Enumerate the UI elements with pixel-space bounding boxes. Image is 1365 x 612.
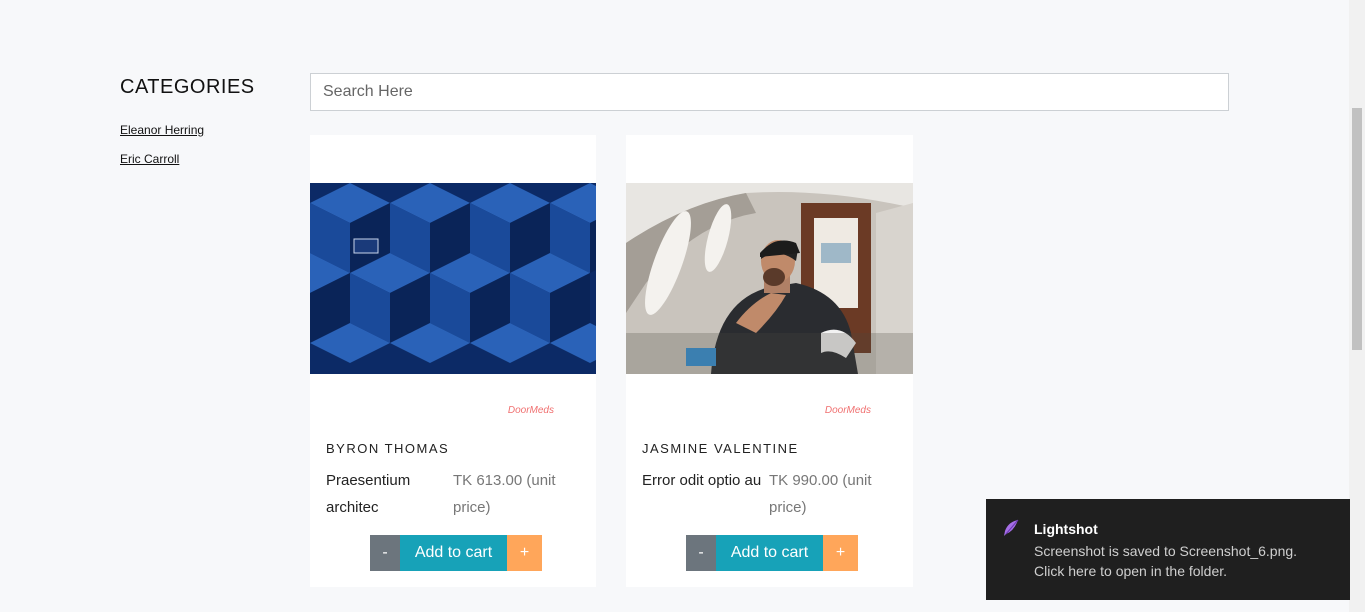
product-name[interactable]: Praesentium architec bbox=[326, 467, 446, 521]
product-card: DoorMeds BYRON THOMAS Praesentium archit… bbox=[310, 135, 596, 587]
brand-logo: DoorMeds bbox=[824, 405, 871, 416]
page-scrollbar[interactable] bbox=[1349, 0, 1365, 612]
category-link-eric-carroll[interactable]: Eric Carroll bbox=[120, 152, 290, 166]
search-box bbox=[310, 73, 1229, 111]
add-to-cart-button[interactable]: Add to cart bbox=[716, 535, 823, 571]
product-name[interactable]: Error odit optio au bbox=[642, 467, 762, 494]
product-image[interactable] bbox=[310, 183, 596, 374]
category-link-eleanor-herring[interactable]: Eleanor Herring bbox=[120, 123, 290, 137]
decrease-quantity-button[interactable]: - bbox=[370, 535, 400, 571]
product-image[interactable] bbox=[626, 183, 913, 374]
cart-controls: - Add to cart + bbox=[686, 535, 858, 571]
decrease-quantity-button[interactable]: - bbox=[686, 535, 716, 571]
scrollbar-thumb[interactable] bbox=[1352, 108, 1362, 350]
categories-title: CATEGORIES bbox=[120, 76, 255, 98]
notification-message-line: Click here to open in the folder. bbox=[1034, 563, 1228, 579]
notification-message: Screenshot is saved to Screenshot_6.png.… bbox=[1034, 541, 1297, 581]
product-vendor: JASMINE VALENTINE bbox=[642, 441, 799, 456]
increase-quantity-button[interactable]: + bbox=[823, 535, 858, 571]
increase-quantity-button[interactable]: + bbox=[507, 535, 542, 571]
categories-sidebar: CATEGORIES Eleanor Herring Eric Carroll bbox=[120, 76, 290, 181]
product-price: TK 613.00 (unit price) bbox=[453, 472, 556, 516]
product-card: DoorMeds JASMINE VALENTINE Error odit op… bbox=[626, 135, 913, 587]
brand-logo: DoorMeds bbox=[507, 405, 554, 416]
product-vendor: BYRON THOMAS bbox=[326, 441, 450, 456]
notification-message-line: Screenshot is saved to Screenshot_6.png. bbox=[1034, 543, 1298, 559]
add-to-cart-button[interactable]: Add to cart bbox=[400, 535, 507, 571]
notification-title: Lightshot bbox=[1034, 521, 1098, 537]
search-input[interactable] bbox=[311, 74, 1228, 110]
lightshot-notification[interactable]: Lightshot Screenshot is saved to Screens… bbox=[986, 499, 1350, 600]
cart-controls: - Add to cart + bbox=[370, 535, 542, 571]
feather-icon bbox=[1004, 519, 1019, 536]
product-price: TK 990.00 (unit price) bbox=[769, 472, 872, 516]
